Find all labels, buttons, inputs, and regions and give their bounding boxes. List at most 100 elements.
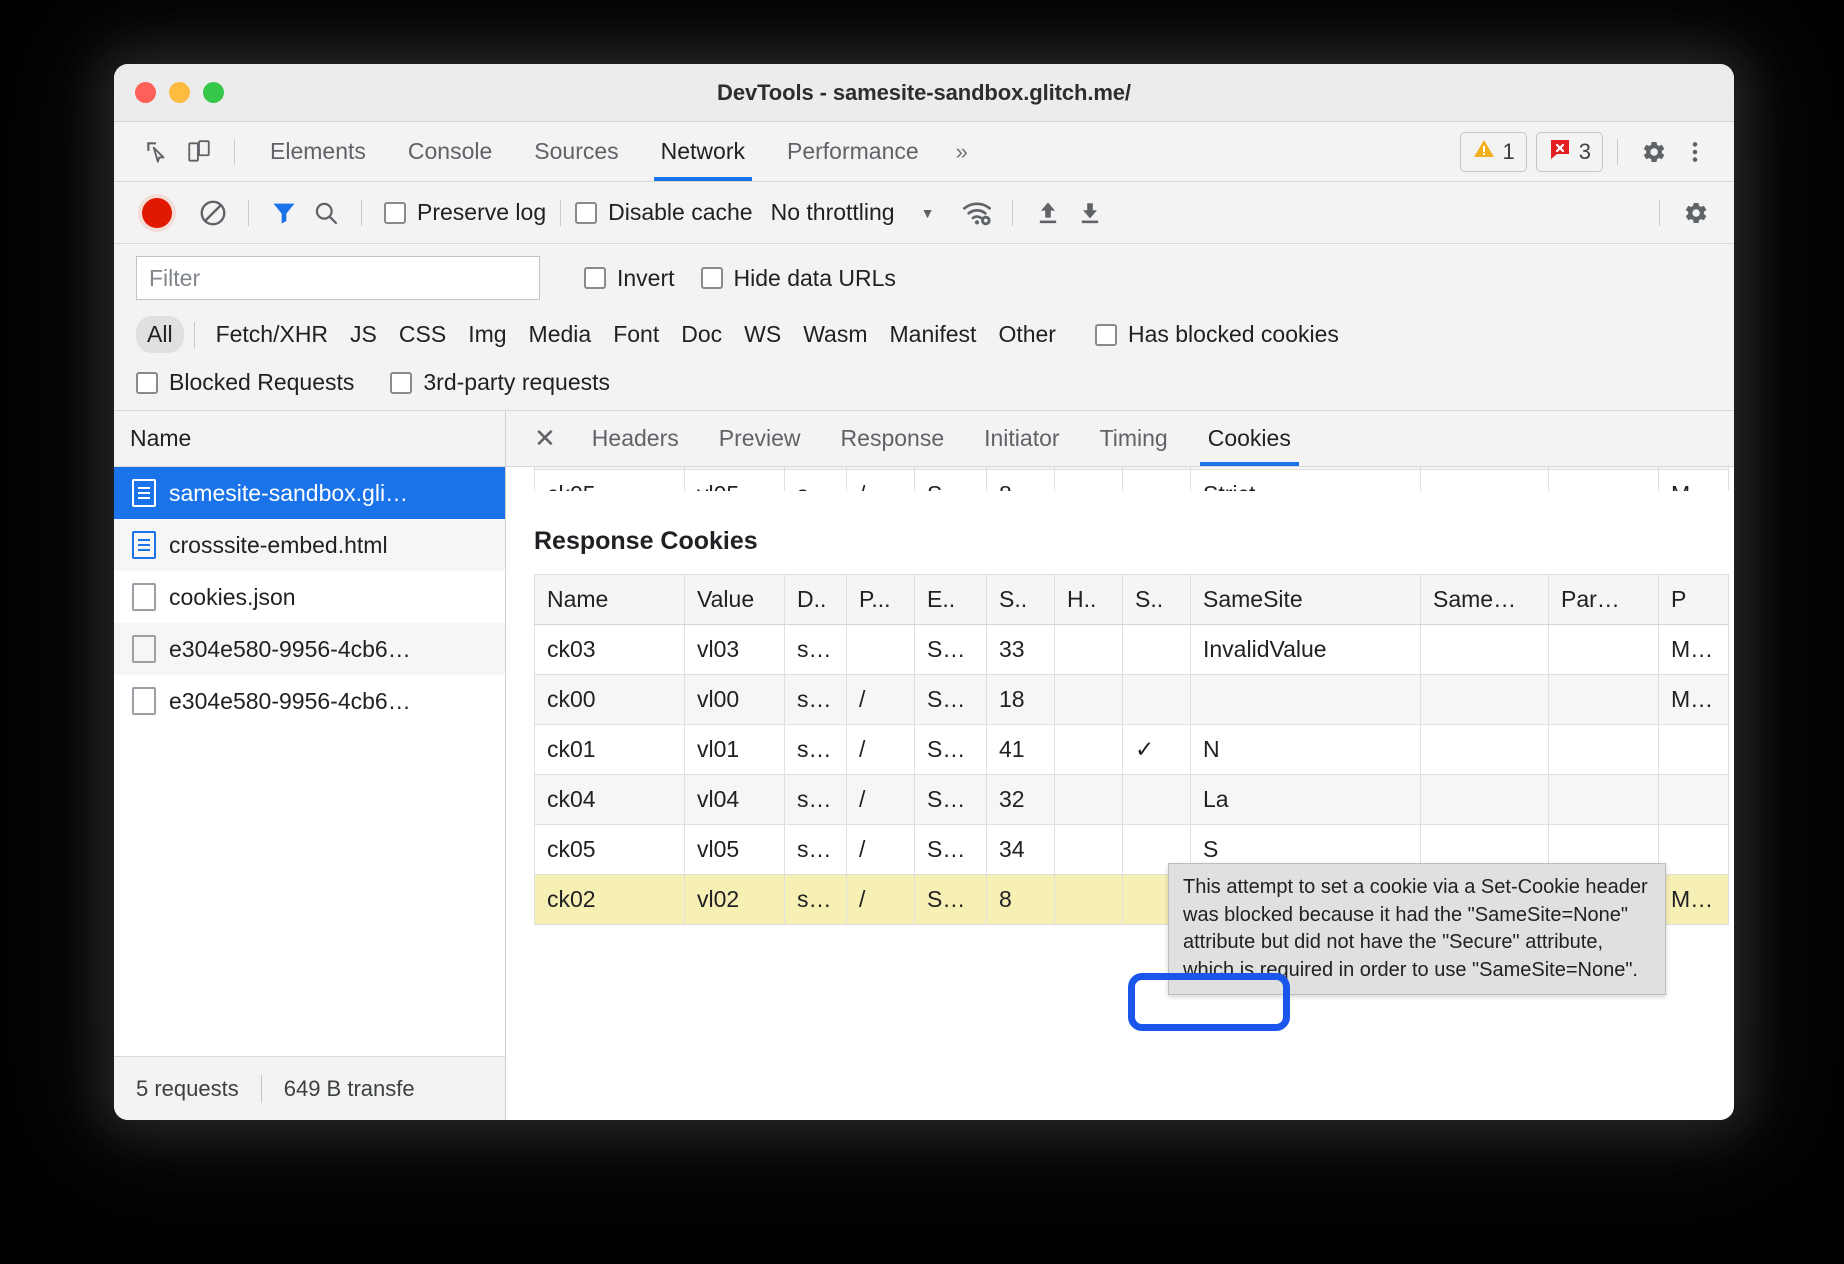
hide-data-urls-label: Hide data URLs: [734, 265, 896, 292]
cell-path: /: [847, 825, 915, 875]
cell-domain: s…: [785, 675, 847, 725]
clear-network-log-icon[interactable]: [192, 193, 234, 233]
table-row[interactable]: ck00 vl00 s… / S… 18 M…: [535, 675, 1729, 725]
upload-arrow-icon[interactable]: [1027, 193, 1069, 233]
column-header-priority[interactable]: P: [1659, 575, 1729, 625]
chevron-down-icon[interactable]: ▼: [921, 205, 935, 221]
gear-icon[interactable]: [1632, 132, 1674, 172]
tab-initiator[interactable]: Initiator: [964, 411, 1079, 466]
blocked-requests-checkbox-box[interactable]: [136, 372, 158, 394]
download-arrow-icon[interactable]: [1069, 193, 1111, 233]
request-name: samesite-sandbox.gli…: [169, 480, 408, 507]
tab-performance[interactable]: Performance: [766, 122, 940, 181]
close-window-button[interactable]: [135, 82, 156, 103]
tab-elements[interactable]: Elements: [249, 122, 387, 181]
hide-data-urls-checkbox[interactable]: Hide data URLs: [701, 265, 896, 292]
column-header-expires[interactable]: E..: [915, 575, 987, 625]
zoom-window-button[interactable]: [203, 82, 224, 103]
cell-httponly: [1055, 825, 1123, 875]
cell-samesite2: [1421, 725, 1549, 775]
request-list-item-0[interactable]: samesite-sandbox.gli…: [114, 467, 505, 519]
cell-size: 8: [987, 875, 1055, 925]
has-blocked-cookies-checkbox[interactable]: Has blocked cookies: [1095, 321, 1339, 348]
column-header-value[interactable]: Value: [685, 575, 785, 625]
cookies-pane: ck04 vl04 s… / S… 8 Lax: [506, 467, 1734, 1120]
table-row[interactable]: ck01 vl01 s… / S… 41 ✓ N: [535, 725, 1729, 775]
warning-triangle-icon: [1472, 137, 1496, 167]
column-header-path[interactable]: P...: [847, 575, 915, 625]
inspect-element-icon[interactable]: [136, 132, 178, 172]
throttling-select[interactable]: No throttling: [771, 199, 895, 226]
type-filter-ws[interactable]: WS: [733, 316, 792, 353]
request-list-item-1[interactable]: crosssite-embed.html: [114, 519, 505, 571]
blocked-requests-checkbox[interactable]: Blocked Requests: [136, 369, 354, 396]
has-blocked-cookies-checkbox-box[interactable]: [1095, 324, 1117, 346]
request-list-item-2[interactable]: cookies.json: [114, 571, 505, 623]
third-party-requests-checkbox-box[interactable]: [390, 372, 412, 394]
request-list-item-3[interactable]: e304e580-9956-4cb6…: [114, 623, 505, 675]
disable-cache-checkbox-box[interactable]: [575, 202, 597, 224]
cell-size: 32: [987, 775, 1055, 825]
record-button-icon[interactable]: [136, 193, 178, 233]
table-row[interactable]: ck04 vl04 s… / S… 32 La: [535, 775, 1729, 825]
type-filter-js[interactable]: JS: [339, 316, 388, 353]
invert-checkbox[interactable]: Invert: [584, 265, 675, 292]
more-vertical-icon[interactable]: [1674, 132, 1716, 172]
type-filter-other[interactable]: Other: [987, 316, 1067, 353]
column-header-name[interactable]: Name: [535, 575, 685, 625]
tab-response[interactable]: Response: [821, 411, 965, 466]
preserve-log-checkbox[interactable]: Preserve log: [384, 199, 546, 226]
tab-console[interactable]: Console: [387, 122, 513, 181]
type-filter-fetch-xhr[interactable]: Fetch/XHR: [205, 316, 339, 353]
type-filter-font[interactable]: Font: [602, 316, 670, 353]
type-filter-css[interactable]: CSS: [388, 316, 457, 353]
filter-input[interactable]: Filter: [136, 256, 540, 300]
column-header-samesite2[interactable]: Same…: [1421, 575, 1549, 625]
tab-timing[interactable]: Timing: [1080, 411, 1188, 466]
traffic-lights: [114, 82, 224, 103]
tab-cookies[interactable]: Cookies: [1188, 411, 1311, 466]
cell-priority: M…: [1659, 875, 1729, 925]
column-header-httponly[interactable]: H..: [1055, 575, 1123, 625]
warning-count-badge[interactable]: 1: [1460, 132, 1527, 172]
more-panels-icon[interactable]: »: [940, 139, 981, 165]
preserve-log-checkbox-box[interactable]: [384, 202, 406, 224]
third-party-requests-checkbox[interactable]: 3rd-party requests: [390, 369, 610, 396]
column-header-partition[interactable]: Par…: [1549, 575, 1659, 625]
wifi-settings-icon[interactable]: [956, 193, 998, 233]
minimize-window-button[interactable]: [169, 82, 190, 103]
filter-funnel-icon[interactable]: [263, 193, 305, 233]
cell-priority: [1659, 825, 1729, 875]
tab-sources[interactable]: Sources: [513, 122, 639, 181]
column-header-domain[interactable]: D..: [785, 575, 847, 625]
net-divider-5: [1659, 200, 1660, 226]
invert-checkbox-box[interactable]: [584, 267, 606, 289]
device-toolbar-icon[interactable]: [178, 132, 220, 172]
search-icon[interactable]: [305, 193, 347, 233]
tab-network[interactable]: Network: [640, 122, 766, 181]
tab-preview[interactable]: Preview: [699, 411, 821, 466]
column-header-samesite[interactable]: SameSite: [1191, 575, 1421, 625]
table-row[interactable]: ck05 vl05 s… / S… 8 Strict: [535, 470, 1729, 492]
error-count-badge[interactable]: 3: [1536, 132, 1603, 172]
request-list-item-4[interactable]: e304e580-9956-4cb6…: [114, 675, 505, 727]
close-icon[interactable]: ✕: [528, 423, 572, 454]
tab-headers[interactable]: Headers: [572, 411, 699, 466]
preserve-log-label: Preserve log: [417, 199, 546, 226]
warning-count: 1: [1503, 139, 1515, 165]
hide-data-urls-checkbox-box[interactable]: [701, 267, 723, 289]
net-divider-2: [361, 200, 362, 226]
type-filter-wasm[interactable]: Wasm: [792, 316, 878, 353]
disable-cache-checkbox[interactable]: Disable cache: [575, 199, 752, 226]
request-list-column-header[interactable]: Name: [114, 411, 505, 467]
type-filter-media[interactable]: Media: [518, 316, 603, 353]
type-filter-img[interactable]: Img: [457, 316, 517, 353]
type-filter-doc[interactable]: Doc: [670, 316, 733, 353]
type-filter-manifest[interactable]: Manifest: [879, 316, 988, 353]
table-row[interactable]: ck03 vl03 s… S… 33 InvalidValue M…: [535, 625, 1729, 675]
type-filter-all[interactable]: All: [136, 316, 184, 353]
cell-name: ck05: [535, 825, 685, 875]
column-header-secure[interactable]: S..: [1123, 575, 1191, 625]
network-settings-gear-icon[interactable]: [1674, 193, 1716, 233]
column-header-size[interactable]: S..: [987, 575, 1055, 625]
